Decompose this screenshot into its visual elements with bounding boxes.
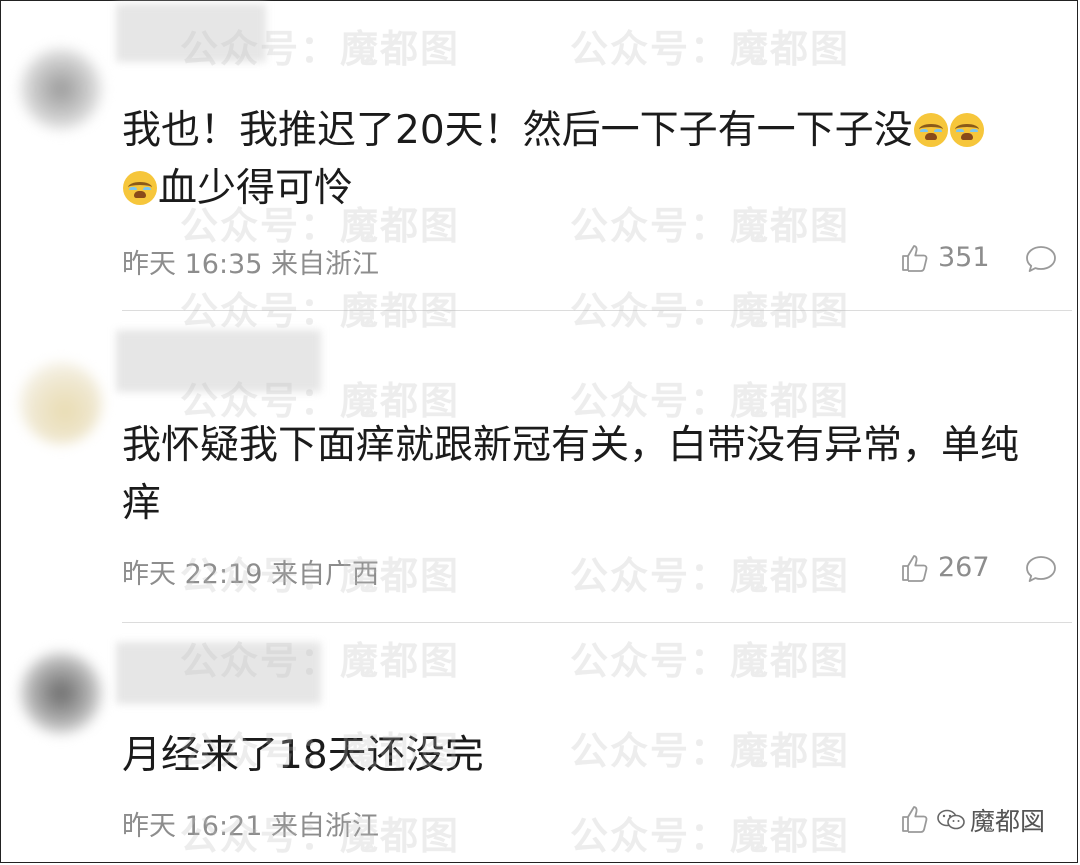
avatar[interactable]: [20, 48, 102, 130]
crying-face-icon: [913, 113, 948, 147]
thumbs-up-icon: [902, 244, 928, 272]
comment-text: 我也！我推迟了20天！然后一下子有一下子没 血少得可怜: [122, 102, 1042, 218]
thumbs-up-icon: [902, 554, 928, 582]
comment-item: 月经来了18天还没完 昨天 16:21 来自浙江: [0, 624, 1080, 865]
brand-label: 魔都図: [970, 807, 1046, 836]
comment-text: 月经来了18天还没完: [122, 733, 484, 778]
comment-time-location: 昨天 16:35 来自浙江: [122, 249, 379, 280]
like-button[interactable]: 267: [900, 552, 990, 583]
divider: [122, 310, 1072, 311]
comment-time-location: 昨天 16:21 来自浙江: [122, 811, 379, 842]
avatar[interactable]: [20, 652, 102, 734]
comment-item: 我怀疑我下面痒就跟新冠有关，白带没有异常，单纯痒 昨天 22:19 来自广西 2…: [0, 312, 1080, 622]
like-count: 267: [938, 552, 990, 583]
avatar[interactable]: [20, 362, 102, 444]
crying-face-icon: [123, 171, 157, 205]
username-blurred[interactable]: [116, 642, 321, 704]
brand-watermark: 魔都図: [930, 800, 1052, 840]
username-blurred[interactable]: [116, 4, 266, 62]
crying-face-icon: [949, 113, 984, 147]
wechat-icon: [937, 809, 965, 830]
comment-time-location: 昨天 22:19 来自广西: [122, 559, 379, 590]
thumbs-up-icon: [902, 806, 928, 833]
username-blurred[interactable]: [116, 330, 321, 392]
comment-text-part: 血少得可怜: [158, 166, 354, 211]
like-button[interactable]: 351: [900, 242, 990, 273]
comment-text-part: 我也！我推迟了20天！然后一下子有一下子没: [122, 108, 913, 153]
comment-bubble-icon[interactable]: [1024, 244, 1058, 274]
comment-bubble-icon[interactable]: [1024, 554, 1058, 584]
like-button[interactable]: [900, 804, 930, 834]
comment-text: 我怀疑我下面痒就跟新冠有关，白带没有异常，单纯痒: [122, 423, 1020, 526]
divider: [122, 622, 1072, 623]
comment-item: 我也！我推迟了20天！然后一下子有一下子没 血少得可怜 昨天 16:35 来自浙…: [0, 0, 1080, 310]
like-count: 351: [938, 242, 990, 273]
